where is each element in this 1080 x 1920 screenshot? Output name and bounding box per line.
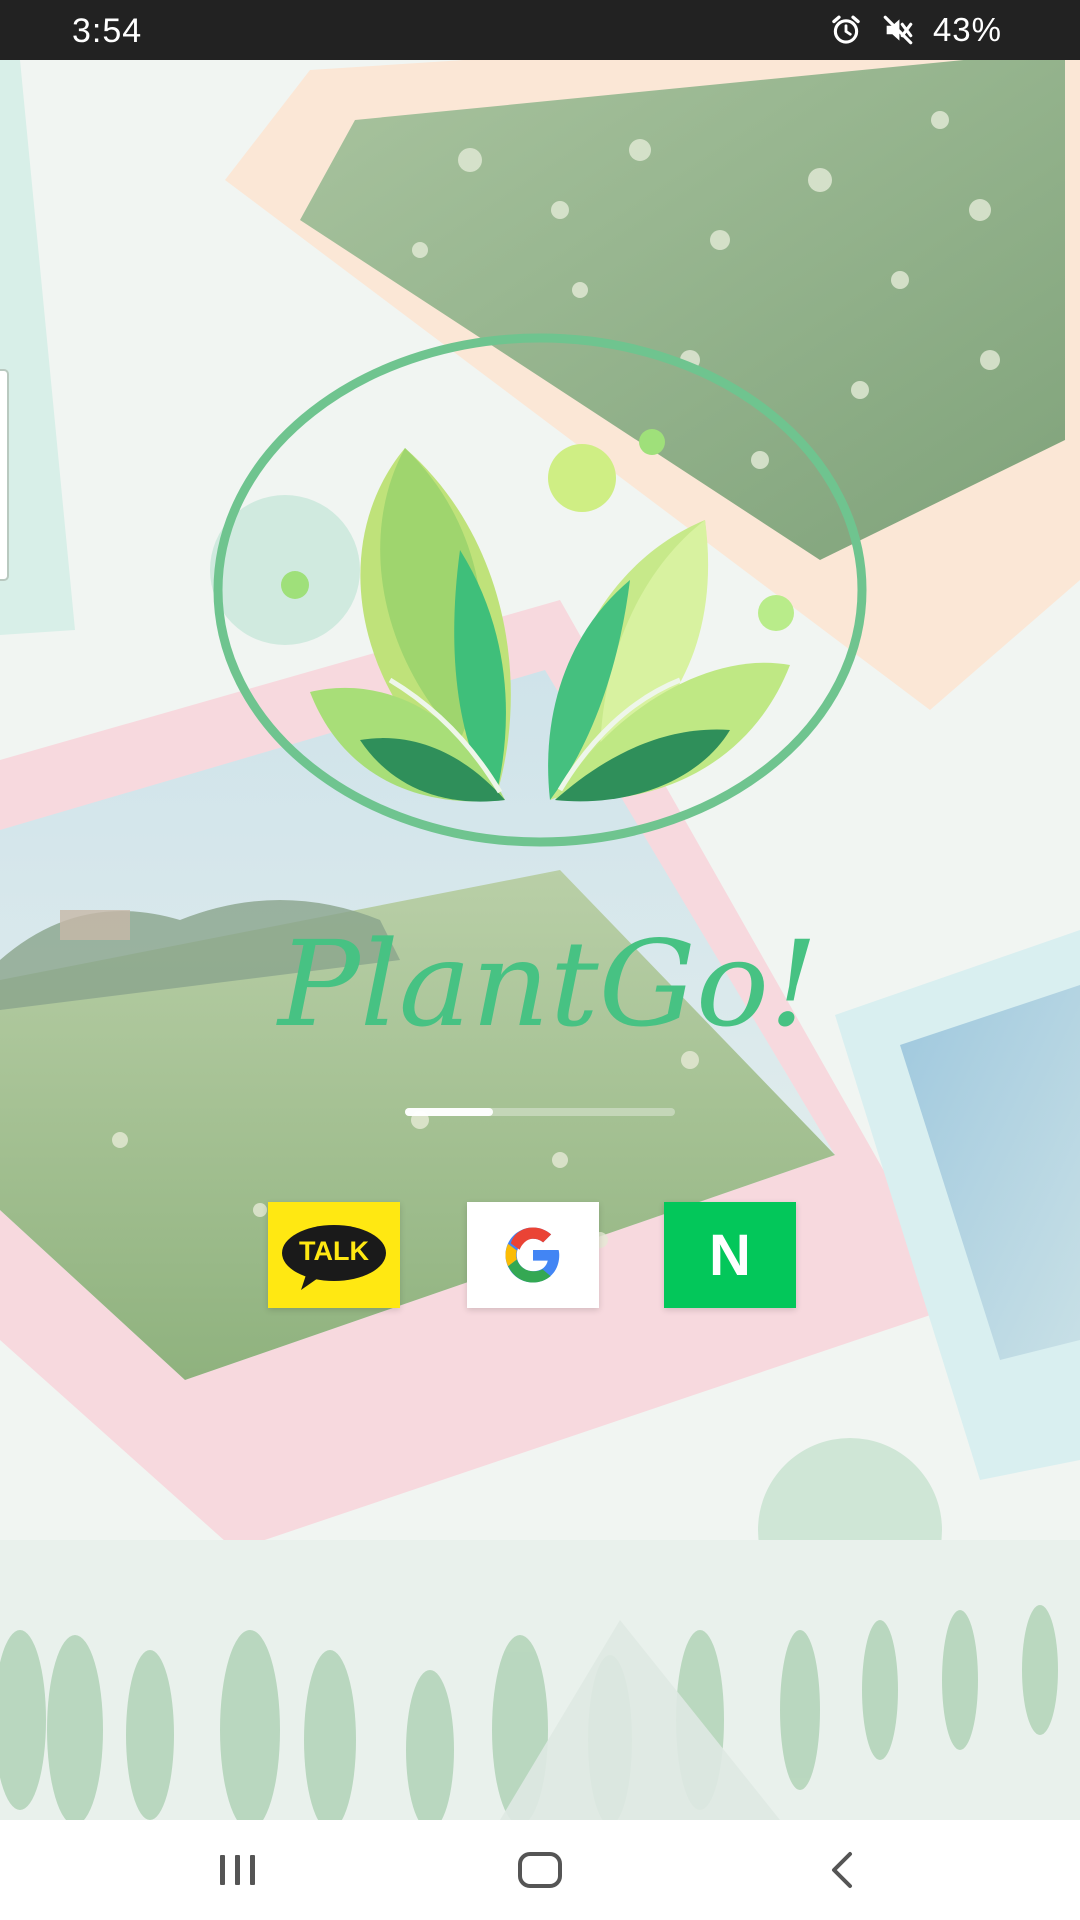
mute-icon	[883, 15, 913, 45]
home-icon	[518, 1852, 562, 1888]
status-bar: 3:54 43%	[0, 0, 1080, 60]
indicator-active	[405, 1108, 493, 1116]
naver-label: N	[709, 1222, 751, 1288]
home-button[interactable]	[500, 1840, 580, 1900]
naver-login-button[interactable]: N	[664, 1202, 796, 1308]
wordmark-text: PlantGo!	[276, 915, 818, 1053]
status-time: 3:54	[72, 12, 143, 50]
navigation-bar	[0, 1820, 1080, 1920]
social-login-row: TALK N	[268, 1202, 798, 1308]
google-login-button[interactable]	[467, 1202, 599, 1308]
recents-icon	[220, 1855, 255, 1885]
kakao-talk-icon: TALK	[281, 1224, 387, 1290]
app-wordmark: PlantGo!	[270, 890, 830, 1090]
plantgo-logo-icon	[210, 330, 870, 870]
kakao-login-button[interactable]: TALK	[268, 1202, 400, 1308]
carousel-indicator	[405, 1108, 675, 1116]
battery-percentage: 43%	[932, 11, 1002, 48]
google-g-icon	[505, 1227, 560, 1283]
back-icon	[832, 1852, 852, 1888]
kakao-label: TALK	[299, 1236, 369, 1266]
status-indicators: 43%	[829, 10, 1002, 50]
recents-button[interactable]	[198, 1840, 278, 1900]
login-screen: 3:54 43% PlantGo! TALK N	[0, 0, 1080, 1920]
alarm-icon	[832, 15, 860, 44]
back-button[interactable]	[802, 1840, 882, 1900]
